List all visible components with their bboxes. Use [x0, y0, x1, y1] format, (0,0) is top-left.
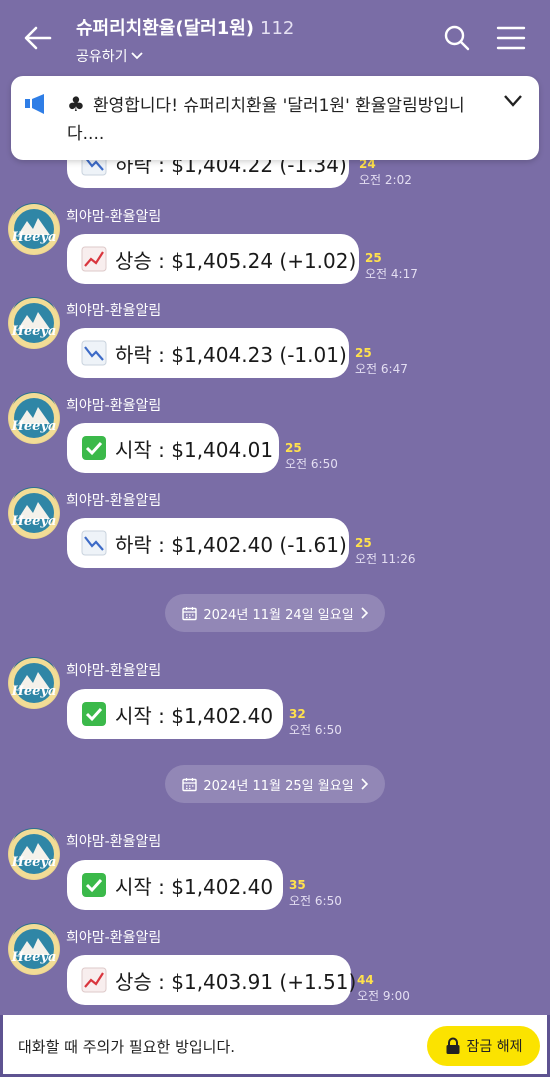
input-bar: 대화할 때 주의가 필요한 방입니다. 잠금 해제 — [0, 1015, 550, 1077]
message-meta: 25 오전 4:17 — [365, 251, 418, 282]
message-bubble[interactable]: 시작 : $1,404.01 — [67, 423, 279, 473]
message-time: 오전 9:00 — [357, 989, 410, 1003]
message-meta: 25 오전 6:47 — [355, 346, 408, 377]
chart-up-icon — [81, 967, 107, 993]
sender-name: 희야맘-환율알림 — [66, 930, 162, 946]
chart-up-icon — [81, 246, 107, 272]
message-time: 오전 4:17 — [365, 267, 418, 281]
chevron-right-icon — [361, 607, 368, 619]
message-time: 오전 11:26 — [355, 552, 416, 566]
message-bubble[interactable]: 하락 : $1,402.40 (-1.61) — [67, 518, 349, 568]
message-time: 오전 6:50 — [285, 457, 338, 471]
svg-text:Heeya: Heeya — [11, 950, 57, 965]
menu-icon[interactable] — [496, 25, 526, 51]
message-time: 오전 6:47 — [355, 362, 408, 376]
sender-name: 희야맘-환율알림 — [66, 209, 162, 225]
avatar[interactable]: Heeya — [8, 828, 60, 880]
unread-count: 25 — [355, 346, 372, 360]
message-bubble[interactable]: 시작 : $1,402.40 — [67, 860, 283, 910]
calendar-icon — [182, 606, 198, 620]
chevron-down-icon[interactable] — [503, 94, 523, 108]
unread-count: 32 — [289, 707, 306, 721]
avatar[interactable]: Heeya — [8, 297, 60, 349]
message-text: 하락 : $1,402.40 (-1.61) — [115, 532, 347, 557]
avatar[interactable]: Heeya — [8, 392, 60, 444]
caution-notice: 대화할 때 주의가 필요한 방입니다. — [18, 1038, 236, 1056]
svg-text:Heeya: Heeya — [11, 230, 57, 245]
megaphone-icon — [25, 94, 44, 114]
chevron-right-icon — [361, 778, 368, 790]
date-label: 2024년 11월 25일 월요일 — [203, 778, 354, 794]
message-meta: 44 오전 9:00 — [357, 973, 410, 1004]
date-divider[interactable]: 2024년 11월 24일 일요일 — [165, 594, 385, 632]
message-text: 시작 : $1,402.40 — [115, 874, 274, 899]
message-bubble[interactable]: 상승 : $1,405.24 (+1.02) — [67, 234, 359, 284]
sender-name: 희야맘-환율알림 — [66, 303, 162, 319]
svg-text:Heeya: Heeya — [11, 855, 57, 870]
check-icon — [82, 436, 106, 460]
chart-down-icon — [81, 340, 107, 366]
message-text: 시작 : $1,404.01 — [115, 437, 274, 462]
sender-name: 희야맘-환율알림 — [66, 834, 162, 850]
date-label: 2024년 11월 24일 일요일 — [203, 607, 354, 623]
chat-header: 슈퍼리치환율(달러1원) 112 공유하기 — [0, 0, 550, 75]
svg-text:Heeya: Heeya — [11, 684, 57, 699]
search-icon[interactable] — [443, 24, 471, 52]
unlock-label: 잠금 해제 — [466, 1039, 523, 1055]
svg-text:Heeya: Heeya — [11, 324, 57, 339]
room-name: 슈퍼리치환율(달러1원) — [76, 18, 255, 39]
unread-count: 44 — [357, 973, 374, 987]
message-meta: 25 오전 11:26 — [355, 536, 415, 567]
message-text: 하락 : $1,404.23 (-1.01) — [115, 342, 347, 367]
lock-icon — [446, 1037, 459, 1054]
message-meta: 24 오전 2:02 — [359, 157, 412, 188]
message-bubble[interactable]: 시작 : $1,402.40 — [67, 689, 283, 739]
chat-title: 슈퍼리치환율(달러1원) 112 — [76, 14, 294, 40]
message-meta: 32 오전 6:50 — [289, 707, 342, 738]
chart-down-icon — [81, 530, 107, 556]
check-icon — [82, 702, 106, 726]
message-text: 시작 : $1,402.40 — [115, 703, 274, 728]
unlock-button[interactable]: 잠금 해제 — [427, 1026, 540, 1066]
unread-count: 25 — [285, 441, 302, 455]
share-button[interactable]: 공유하기 — [76, 46, 294, 66]
message-text: 상승 : $1,403.91 (+1.51) — [115, 969, 357, 994]
sender-name: 희야맘-환율알림 — [66, 493, 162, 509]
message-time: 오전 6:50 — [289, 894, 342, 908]
message-bubble[interactable]: 상승 : $1,403.91 (+1.51) — [67, 955, 356, 1005]
club-icon: ♣ — [67, 92, 85, 116]
unread-count: 35 — [289, 878, 306, 892]
check-icon — [82, 873, 106, 897]
avatar[interactable]: Heeya — [8, 203, 60, 255]
message-meta: 35 오전 6:50 — [289, 878, 342, 909]
avatar[interactable]: Heeya — [8, 487, 60, 539]
svg-text:Heeya: Heeya — [11, 514, 57, 529]
unread-count: 25 — [355, 536, 372, 550]
avatar[interactable]: Heeya — [8, 923, 60, 975]
svg-text:Heeya: Heeya — [11, 419, 57, 434]
back-arrow-icon[interactable] — [22, 22, 54, 54]
chevron-down-icon — [130, 52, 143, 60]
notice-banner[interactable]: ♣ 환영합니다! 슈퍼리치환율 '달러1원' 환율알림방입니다.... — [11, 76, 539, 160]
avatar[interactable]: Heeya — [8, 657, 60, 709]
message-time: 오전 6:50 — [289, 723, 342, 737]
share-label: 공유하기 — [76, 49, 128, 65]
message-text: 상승 : $1,405.24 (+1.02) — [115, 248, 357, 273]
message-time: 오전 2:02 — [359, 173, 412, 187]
sender-name: 희야맘-환율알림 — [66, 663, 162, 679]
notice-text: ♣ 환영합니다! 슈퍼리치환율 '달러1원' 환율알림방입니다.... — [67, 90, 487, 148]
calendar-icon — [182, 777, 198, 791]
unread-count: 25 — [365, 251, 382, 265]
message-bubble[interactable]: 하락 : $1,404.23 (-1.01) — [67, 328, 349, 378]
date-divider[interactable]: 2024년 11월 25일 월요일 — [165, 765, 385, 803]
message-meta: 25 오전 6:50 — [285, 441, 338, 472]
member-count: 112 — [260, 18, 295, 39]
notice-label: 환영합니다! 슈퍼리치환율 '달러1원' 환율알림방입니다.... — [67, 96, 465, 144]
sender-name: 희야맘-환율알림 — [66, 398, 162, 414]
